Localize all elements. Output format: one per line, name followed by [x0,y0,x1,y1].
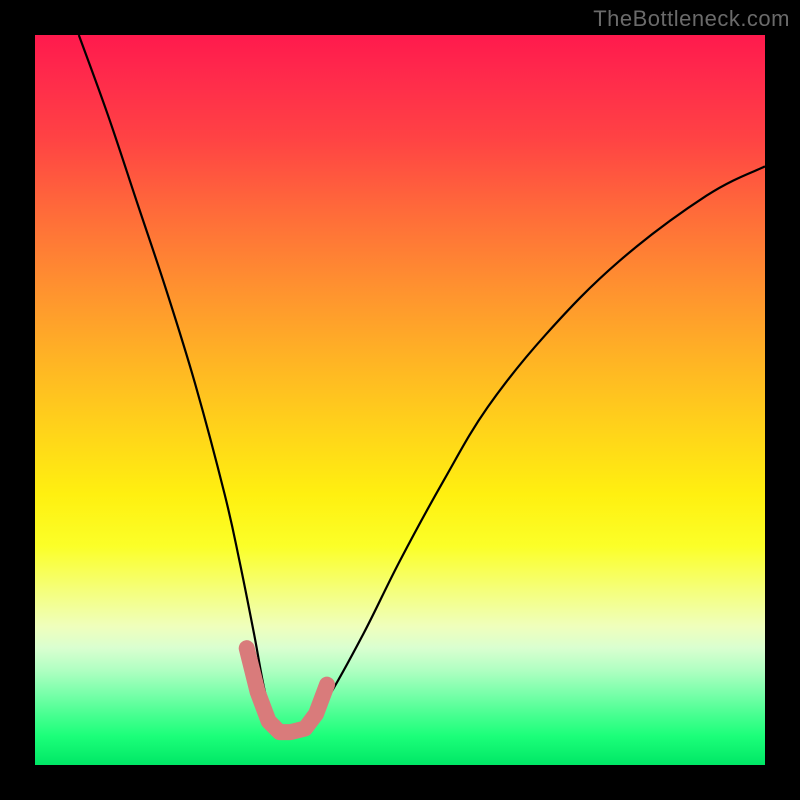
watermark-text: TheBottleneck.com [593,6,790,32]
curve-layer [35,35,765,765]
plot-area [35,35,765,765]
bottleneck-curve [79,35,765,733]
chart-frame: TheBottleneck.com [0,0,800,800]
